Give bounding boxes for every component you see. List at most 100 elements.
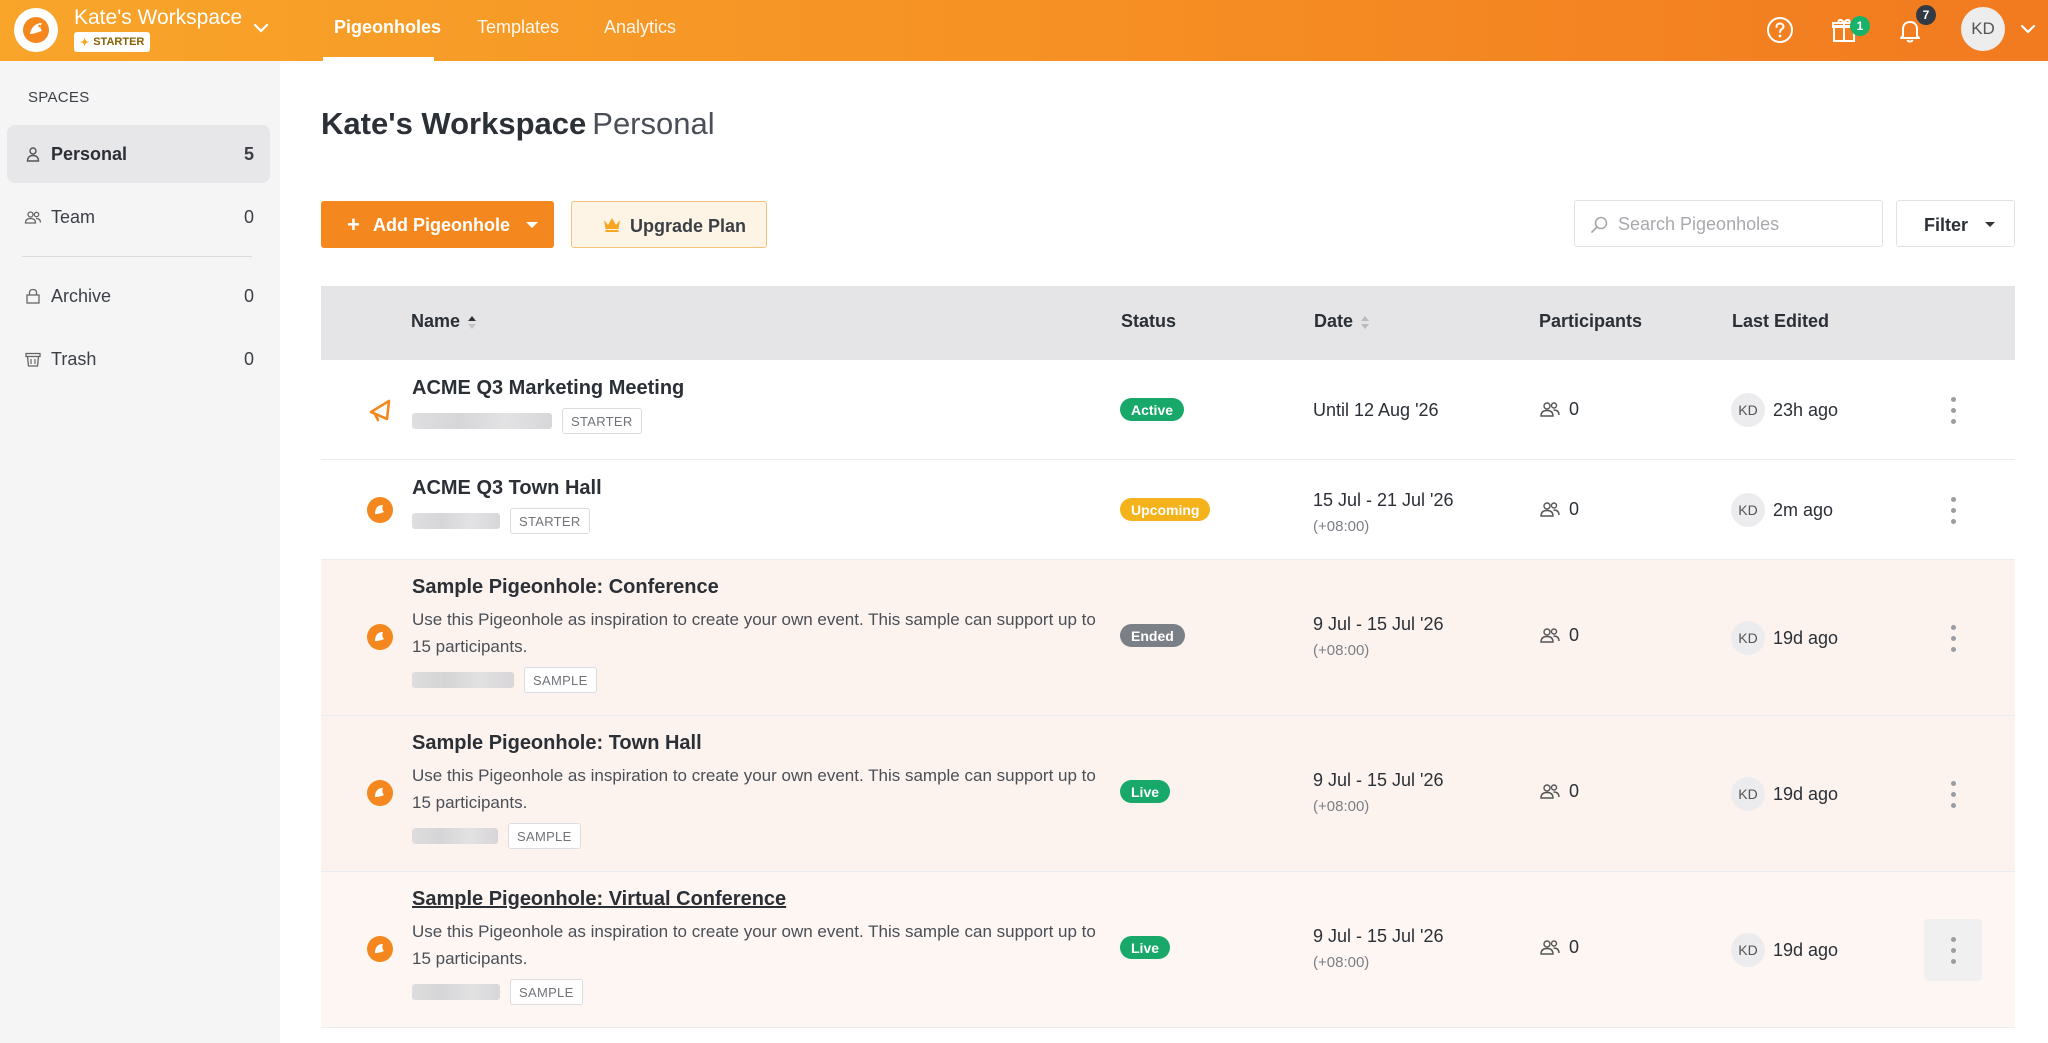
active-tab-indicator [323,57,434,61]
row-description: Use this Pigeonhole as inspiration to cr… [412,922,1096,968]
help-circle-icon[interactable] [1763,13,1797,47]
sidebar-item-label: Team [51,206,96,227]
participants-count: 0 [1539,498,1579,520]
row-meta: SAMPLE [412,823,581,849]
status-badge: Ended [1120,624,1185,647]
user-avatar[interactable]: KD [1961,7,2005,51]
row-meta: STARTER [412,508,590,534]
sidebar-item-count: 0 [243,206,254,227]
sort-icon [1361,316,1370,330]
sidebar-item-label: Trash [51,348,97,369]
last-edited: KD 19d ago [1731,621,1838,655]
row-title[interactable]: ACME Q3 Town Hall [412,477,602,500]
row-description: Use this Pigeonhole as inspiration to cr… [412,766,1096,812]
row-timezone: (+08:00) [1313,642,1370,659]
filter-button[interactable]: Filter [1896,200,2015,247]
caret-down-icon [1985,222,1995,227]
row-timezone: (+08:00) [1313,798,1370,815]
search-box[interactable] [1574,200,1883,247]
column-header-date[interactable]: Date [1314,311,1371,332]
table-row[interactable]: Sample Pigeonhole: Town Hall Use this Pi… [321,716,2015,872]
row-title[interactable]: Sample Pigeonhole: Conference [412,576,719,599]
upgrade-plan-button[interactable]: Upgrade Plan [571,201,767,248]
sidebar-item-label: Archive [51,285,112,306]
redacted-code [412,413,552,429]
pigeonholes-table: Name Status Date Participants Last Edite… [321,286,2015,1028]
sidebar-divider [22,256,252,257]
user-menu-chevron-down-icon[interactable] [2017,18,2039,40]
last-edited: KD 23h ago [1731,393,1838,427]
redacted-code [412,984,500,1000]
crown-icon [604,218,620,232]
participants-count: 0 [1539,398,1579,420]
tab-analytics[interactable]: Analytics [604,17,676,38]
column-header-participants: Participants [1539,311,1643,331]
pigeonhole-logo-icon[interactable] [14,8,58,52]
sidebar-item-count: 5 [243,143,254,164]
search-input[interactable] [1618,211,1868,237]
add-pigeonhole-button[interactable]: + Add Pigeonhole [321,201,554,248]
row-title[interactable]: ACME Q3 Marketing Meeting [412,377,684,400]
row-more-menu-icon[interactable] [1924,607,1982,669]
participants-icon [1540,784,1560,799]
status-badge: Active [1120,398,1185,421]
last-edited: KD 2m ago [1731,493,1833,527]
sort-ascending-icon [468,316,477,330]
sidebar-item-personal[interactable]: Personal 5 [7,125,270,183]
editor-avatar: KD [1731,621,1765,655]
filter-label: Filter [1924,215,1969,235]
row-date: Until 12 Aug '26 [1313,400,1439,420]
table-row[interactable]: Sample Pigeonhole: Conference Use this P… [321,560,2015,716]
row-timezone: (+08:00) [1313,954,1370,971]
editor-avatar: KD [1731,493,1765,527]
participants-icon [1540,628,1560,643]
tab-templates[interactable]: Templates [477,17,559,38]
workspace-chevron-down-icon[interactable] [250,17,272,39]
pigeonhole-icon [367,497,393,523]
sidebar-item-trash[interactable]: Trash 0 [7,330,270,388]
row-date: 9 Jul - 15 Jul '26 [1313,926,1444,946]
page-title-sub: Personal [592,106,715,141]
table-row[interactable]: Sample Pigeonhole: Virtual Conference Us… [321,872,2015,1028]
table-row[interactable]: ACME Q3 Town Hall STARTER Upcoming 15 Ju… [321,460,2015,560]
gift-badge: 1 [1850,16,1870,36]
row-title[interactable]: Sample Pigeonhole: Town Hall [412,732,702,755]
sidebar-item-count: 0 [243,348,254,369]
participants-count: 0 [1539,936,1579,958]
row-more-menu-icon[interactable] [1924,379,1982,441]
workspace-name[interactable]: Kate's Workspace [74,6,242,30]
page-title: Kate's Workspace Personal [321,106,715,142]
row-date: 9 Jul - 15 Jul '26 [1313,770,1444,790]
participants-icon [1540,402,1560,417]
megaphone-icon [369,399,391,422]
person-icon [26,147,40,162]
pigeonhole-icon [367,936,393,962]
team-icon [24,211,42,224]
sample-tag: SAMPLE [510,979,583,1005]
participants-count: 0 [1539,780,1579,802]
editor-avatar: KD [1731,777,1765,811]
row-more-menu-icon[interactable] [1924,479,1982,541]
sidebar-item-count: 0 [243,285,254,306]
top-bar: Kate's Workspace ✦ STARTER Pigeonholes T… [0,0,2048,61]
add-pigeonhole-label: Add Pigeonhole [373,215,510,235]
row-meta: SAMPLE [412,979,583,1005]
column-header-name[interactable]: Name [411,311,478,332]
sidebar-item-archive[interactable]: Archive 0 [7,267,270,325]
sidebar-item-team[interactable]: Team 0 [7,188,270,246]
row-more-menu-icon[interactable] [1924,763,1982,825]
row-meta: STARTER [412,408,642,434]
upgrade-plan-label: Upgrade Plan [630,216,747,236]
tab-pigeonholes[interactable]: Pigeonholes [334,17,441,38]
archive-icon [26,288,40,304]
redacted-code [412,672,514,688]
row-more-menu-icon[interactable] [1924,919,1982,981]
sample-tag: SAMPLE [508,823,581,849]
row-date: 15 Jul - 21 Jul '26 [1313,490,1454,510]
pigeonhole-icon [367,624,393,650]
row-title[interactable]: Sample Pigeonhole: Virtual Conference [412,888,786,911]
table-row[interactable]: ACME Q3 Marketing Meeting STARTER Active… [321,360,2015,460]
caret-down-icon[interactable] [526,222,538,228]
row-date: 9 Jul - 15 Jul '26 [1313,614,1444,634]
redacted-code [412,828,498,844]
